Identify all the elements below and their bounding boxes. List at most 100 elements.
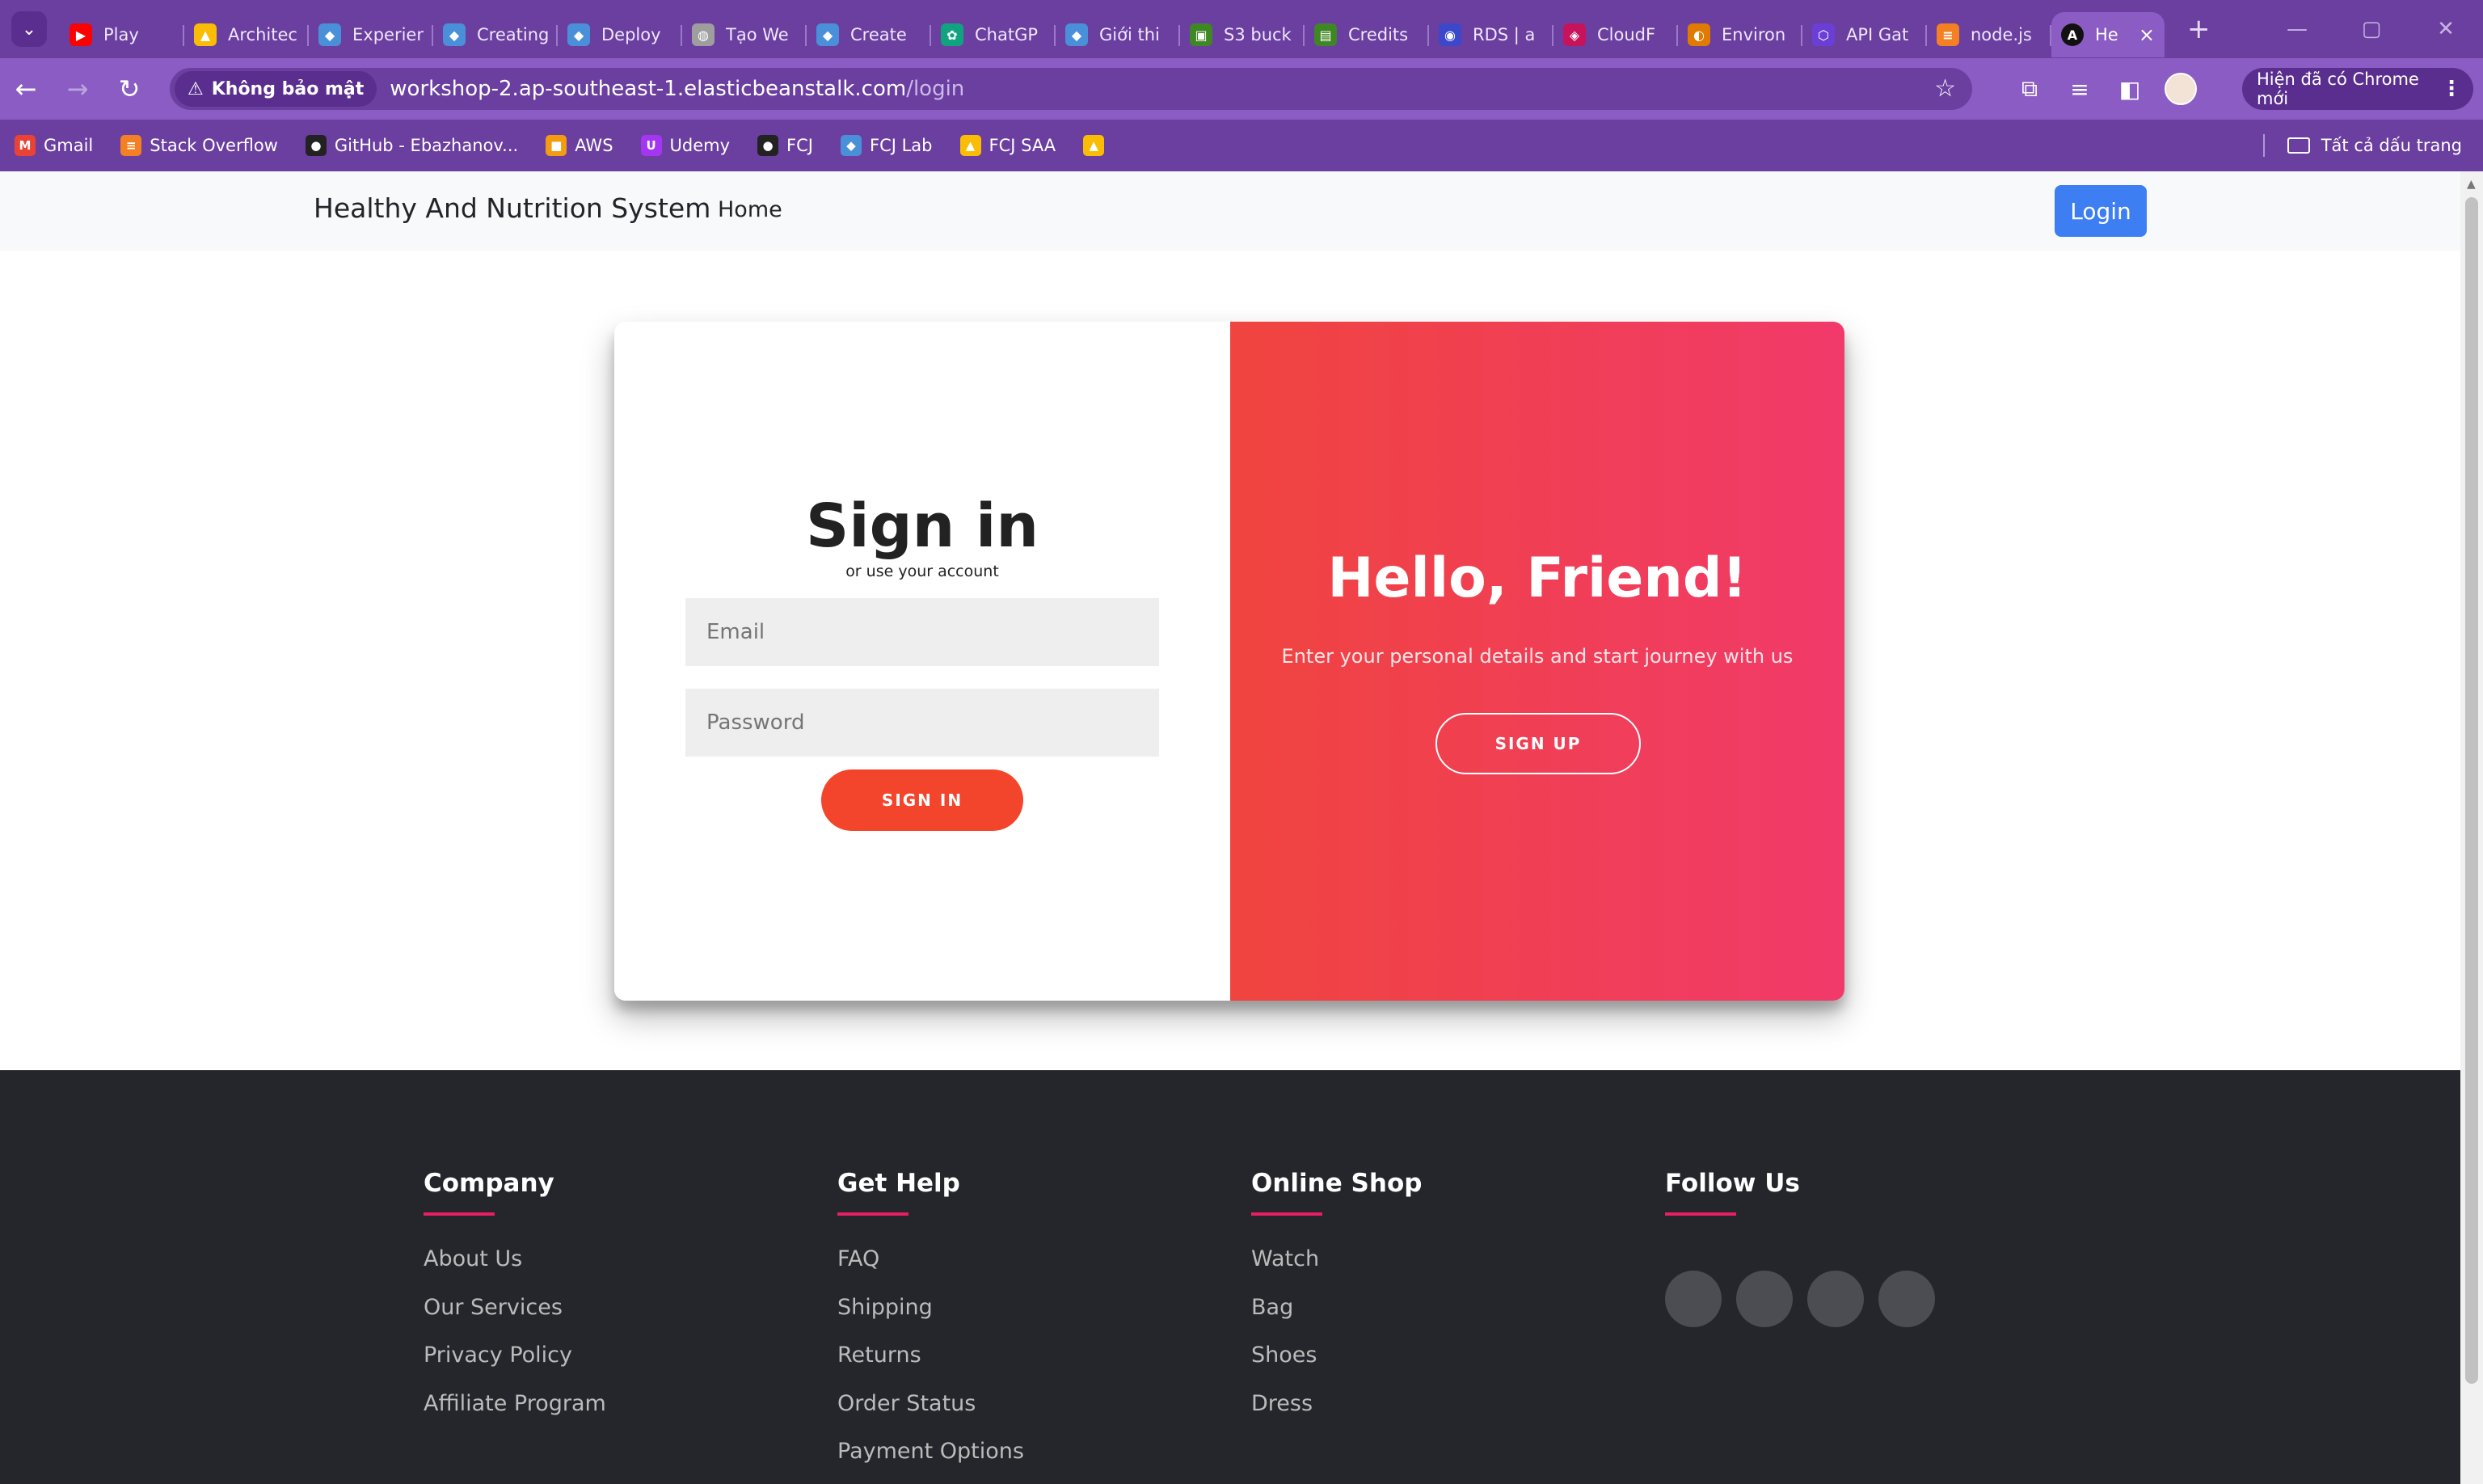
bookmark-item[interactable]: ▲ FCJ SAA (959, 135, 1056, 156)
bookmark-star-icon[interactable]: ☆ (1934, 74, 1956, 103)
url-text[interactable]: workshop-2.ap-southeast-1.elasticbeansta… (390, 77, 964, 101)
profile-avatar[interactable] (2165, 73, 2197, 105)
new-tab-button[interactable]: + (2187, 13, 2211, 45)
tab-title: node.js (1971, 25, 2032, 44)
app-navbar: Healthy And Nutrition System Home Login (0, 171, 2460, 251)
bookmark-item[interactable]: U Udemy (640, 135, 731, 156)
browser-tab-active[interactable]: A He × (2051, 12, 2165, 57)
address-bar[interactable]: ⚠ Không bảo mật workshop-2.ap-southeast-… (170, 68, 1972, 110)
signin-subtitle: or use your account (845, 563, 999, 580)
shield-icon: ◆ (443, 23, 466, 46)
rds-icon: ◉ (1439, 23, 1461, 46)
security-indicator[interactable]: ⚠ Không bảo mật (175, 71, 377, 107)
warning-icon: ⚠ (188, 78, 204, 99)
back-button[interactable]: ← (0, 74, 52, 104)
footer-link-list: FAQ Shipping Returns Order Status Payment Op… (837, 1246, 1024, 1484)
footer-link[interactable]: Shoes (1251, 1343, 1319, 1391)
apigateway-icon: ⬡ (1812, 23, 1835, 46)
browser-tab[interactable]: ▲ Architec (184, 12, 309, 57)
browser-tab[interactable]: ⬡ API Gat (1802, 12, 1927, 57)
signup-button[interactable]: SIGN UP (1435, 713, 1641, 774)
tab-search-button[interactable]: ⌄ (11, 11, 47, 47)
tab-title: S3 buck (1224, 25, 1292, 44)
bookmark-item[interactable]: ● GitHub - Ebazhanov... (305, 135, 519, 156)
side-panel-icon[interactable]: ◧ (2105, 76, 2155, 103)
browser-tab[interactable]: ◆ Create (807, 12, 931, 57)
browser-tab[interactable]: ▤ Credits (1305, 12, 1429, 57)
signin-button[interactable]: SIGN IN (821, 769, 1023, 831)
github-icon: ● (305, 135, 327, 156)
browser-tab[interactable]: ✿ ChatGP (931, 12, 1056, 57)
shield-icon: ◆ (840, 135, 862, 156)
browser-tab[interactable]: ◈ CloudF (1553, 12, 1678, 57)
browser-tab[interactable]: ◐ Environ (1678, 12, 1802, 57)
extensions-icon[interactable]: ⧉ (2005, 75, 2055, 103)
footer-heading: Get Help (837, 1169, 960, 1198)
browser-tab[interactable]: ≡ node.js (1927, 12, 2051, 57)
footer-link[interactable]: Bag (1251, 1295, 1319, 1343)
bookmark-item[interactable]: M Gmail (15, 135, 93, 156)
maximize-button[interactable]: ▢ (2334, 17, 2409, 41)
browser-tab[interactable]: ▶ Play (60, 12, 184, 57)
minimize-button[interactable]: — (2260, 17, 2334, 41)
tab-title: He (2095, 25, 2118, 44)
media-control-icon[interactable]: ≡ (2055, 76, 2105, 103)
bookmark-item[interactable]: ▲ (1083, 135, 1112, 156)
login-button[interactable]: Login (2055, 185, 2147, 237)
bookmark-label: Udemy (669, 136, 731, 155)
browser-tab[interactable]: ◆ Creating (433, 12, 558, 57)
footer-link[interactable]: Returns (837, 1343, 1024, 1391)
footer-link-list: Watch Bag Shoes Dress (1251, 1246, 1319, 1439)
chrome-update-button[interactable]: Hiện đã có Chrome mới ⋮ (2242, 68, 2473, 110)
footer-link[interactable]: Payment Options (837, 1439, 1024, 1484)
shield-icon: ◆ (567, 23, 590, 46)
social-icon-3[interactable] (1807, 1271, 1864, 1327)
footer-link[interactable]: Watch (1251, 1246, 1319, 1295)
password-field[interactable] (685, 689, 1159, 757)
footer-link[interactable]: Affiliate Program (424, 1391, 606, 1440)
page-scrollbar[interactable]: ▲ (2460, 171, 2483, 1484)
browser-tab[interactable]: ◆ Giới thi (1056, 12, 1180, 57)
drive-icon: ▲ (959, 135, 981, 156)
browser-tab[interactable]: ◆ Experien (309, 12, 433, 57)
all-bookmarks-button[interactable]: Tất cả dấu trang (2262, 120, 2462, 171)
more-menu-icon[interactable]: ⋮ (2441, 77, 2462, 101)
bookmark-item[interactable]: ◆ FCJ Lab (840, 135, 933, 156)
browser-tab[interactable]: ▣ S3 buck (1180, 12, 1305, 57)
footer-link[interactable]: Our Services (424, 1295, 606, 1343)
footer-link[interactable]: Shipping (837, 1295, 1024, 1343)
page-viewport: Healthy And Nutrition System Home Login … (0, 171, 2460, 1484)
footer-link[interactable]: Dress (1251, 1391, 1319, 1440)
brand-link[interactable]: Healthy And Nutrition System (314, 192, 710, 224)
close-tab-icon[interactable]: × (2139, 23, 2155, 46)
scroll-up-icon[interactable]: ▲ (2467, 178, 2476, 191)
social-icon-4[interactable] (1878, 1271, 1935, 1327)
social-icon-2[interactable] (1736, 1271, 1793, 1327)
footer-link[interactable]: FAQ (837, 1246, 1024, 1295)
footer-link[interactable]: Privacy Policy (424, 1343, 606, 1391)
bookmark-item[interactable]: ■ AWS (546, 135, 613, 156)
bookmark-label: GitHub - Ebazhanov... (334, 136, 519, 155)
bookmark-item[interactable]: ● FCJ (757, 135, 813, 156)
email-field[interactable] (685, 598, 1159, 666)
scrollbar-thumb[interactable] (2465, 197, 2478, 1384)
browser-tab[interactable]: ◆ Deploy (558, 12, 682, 57)
bookmarks-divider (2262, 134, 2265, 157)
gmail-icon: M (15, 135, 36, 156)
bookmark-item[interactable]: ≡ Stack Overflow (120, 135, 278, 156)
footer-heading: Follow Us (1665, 1169, 1800, 1198)
footer-link-list: About Us Our Services Privacy Policy Affili… (424, 1246, 606, 1439)
browser-tab[interactable]: ◉ RDS | a (1429, 12, 1553, 57)
nav-home-link[interactable]: Home (718, 197, 782, 222)
reload-button[interactable]: ↻ (103, 74, 155, 104)
forward-button[interactable]: → (52, 74, 103, 104)
close-window-button[interactable]: ✕ (2409, 17, 2483, 41)
social-icon-1[interactable] (1665, 1271, 1722, 1327)
tab-title: CloudF (1597, 25, 1656, 44)
browser-tab[interactable]: ◍ Tạo We (682, 12, 807, 57)
bookmarks-bar: M Gmail ≡ Stack Overflow ● GitHub - Ebazhanov… (0, 120, 2483, 171)
tab-title: Environ (1722, 25, 1786, 44)
social-links (1665, 1271, 1950, 1327)
footer-link[interactable]: Order Status (837, 1391, 1024, 1440)
footer-link[interactable]: About Us (424, 1246, 606, 1295)
